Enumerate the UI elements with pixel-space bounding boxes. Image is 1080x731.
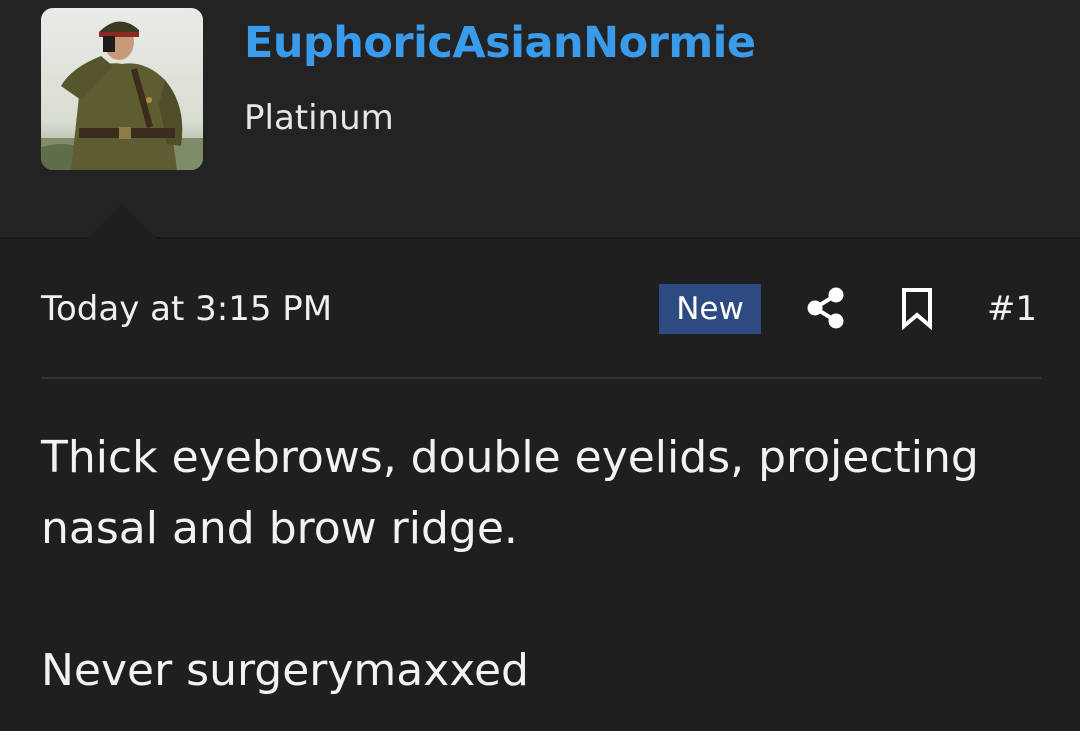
post-paragraph: Thick eyebrows, double eyelids, projecti…: [41, 432, 979, 554]
post-meta-bar: Today at 3:15 PM New #1: [41, 280, 1041, 338]
avatar-pointer-notch: [86, 204, 158, 240]
bookmark-icon[interactable]: [899, 286, 935, 331]
user-rank-title: Platinum: [244, 98, 394, 138]
avatar[interactable]: [41, 8, 203, 170]
avatar-image: [41, 8, 203, 170]
post-paragraph: Never surgerymaxxed: [41, 645, 529, 696]
share-icon[interactable]: [805, 286, 847, 330]
post-number-link[interactable]: #1: [987, 284, 1037, 334]
new-badge: New: [659, 284, 761, 334]
header-divider: [0, 237, 1080, 239]
post-timestamp[interactable]: Today at 3:15 PM: [41, 284, 332, 334]
post-body: Thick eyebrows, double eyelids, projecti…: [41, 422, 1041, 706]
username-link[interactable]: EuphoricAsianNormie: [244, 14, 756, 72]
meta-divider: [41, 377, 1041, 379]
